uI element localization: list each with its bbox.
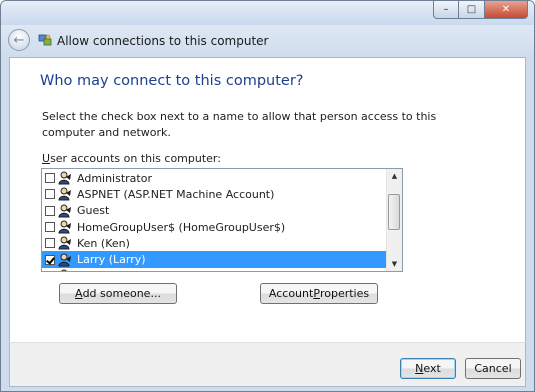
scroll-thumb[interactable] <box>388 194 400 230</box>
back-arrow-icon: ← <box>13 32 25 48</box>
caption-buttons: – □ ✕ <box>433 1 528 19</box>
content-panel: Who may connect to this computer? Select… <box>9 57 526 342</box>
user-account-icon <box>61 269 67 271</box>
next-label: ext <box>423 362 441 375</box>
account-name: Administrator <box>77 171 152 185</box>
account-name: Larry (Larry) <box>77 253 146 267</box>
page-heading: Who may connect to this computer? <box>40 73 304 89</box>
add-someone-button[interactable]: Add someone... <box>59 283 177 304</box>
list-item[interactable]: ASPNET (ASP.NET Machine Account) <box>42 186 386 202</box>
list-item[interactable]: HomeGroupUser$ (HomeGroupUser$) <box>42 219 386 235</box>
account-name: Ken (Ken) <box>77 236 130 250</box>
account-checkbox[interactable] <box>45 173 55 184</box>
account-checkbox[interactable] <box>45 189 55 200</box>
navigation-bar: ← Allow connections to this computer <box>1 25 534 57</box>
scroll-down-arrow-icon[interactable]: ▼ <box>387 257 402 271</box>
cancel-button[interactable]: Cancel <box>465 358 521 379</box>
list-label-text: ser accounts on this computer: <box>50 152 221 165</box>
user-account-icon <box>58 236 71 250</box>
account-properties-label-start: Account <box>268 287 314 300</box>
account-name: Owen (Nick) <box>77 269 144 271</box>
vertical-scrollbar[interactable]: ▲ ▼ <box>386 169 402 271</box>
title-bar: – □ ✕ <box>1 1 534 25</box>
list-item[interactable]: Administrator <box>42 170 386 186</box>
list-label-hotkey: U <box>42 152 51 165</box>
add-someone-label: dd someone... <box>82 287 161 300</box>
network-connection-icon <box>38 34 52 46</box>
next-hotkey: N <box>415 362 424 375</box>
page-description: Select the check box next to a name to a… <box>42 110 437 139</box>
user-account-icon <box>58 187 71 201</box>
account-items: Administrator ASPNET (ASP.NET Machine Acc… <box>42 170 386 271</box>
command-area: Next Cancel <box>9 342 526 387</box>
user-account-icon <box>58 253 71 267</box>
account-checkbox[interactable] <box>45 205 55 216</box>
account-checkbox[interactable] <box>45 238 55 249</box>
minimize-button[interactable]: – <box>433 1 459 19</box>
account-checkbox[interactable] <box>45 254 55 265</box>
list-item[interactable]: Guest <box>42 203 386 219</box>
account-list-label: User accounts on this computer: <box>42 152 221 165</box>
user-account-icon <box>58 204 71 218</box>
account-checkbox[interactable] <box>45 270 55 271</box>
account-properties-button[interactable]: Account Properties <box>260 283 378 304</box>
add-someone-hotkey: A <box>75 287 83 300</box>
account-name: Guest <box>77 204 110 218</box>
user-accounts-list[interactable]: Administrator ASPNET (ASP.NET Machine Acc… <box>41 168 403 272</box>
account-name: ASPNET (ASP.NET Machine Account) <box>77 187 275 201</box>
list-item[interactable]: Larry (Larry) <box>42 251 386 268</box>
dialog-window: – □ ✕ ← Allow connections to this comput… <box>0 0 535 392</box>
maximize-button[interactable]: □ <box>459 1 485 19</box>
user-account-icon <box>58 171 71 185</box>
account-properties-hotkey: P <box>313 287 320 300</box>
close-button[interactable]: ✕ <box>485 1 528 19</box>
next-button[interactable]: Next <box>400 358 456 379</box>
user-account-icon <box>58 220 71 234</box>
account-properties-label-end: roperties <box>319 287 370 300</box>
back-button[interactable]: ← <box>8 29 30 51</box>
scroll-up-arrow-icon[interactable]: ▲ <box>387 169 402 183</box>
account-checkbox[interactable] <box>45 222 55 233</box>
account-name: HomeGroupUser$ (HomeGroupUser$) <box>77 220 286 234</box>
list-item[interactable]: Owen (Nick) <box>42 268 386 271</box>
window-title: Allow connections to this computer <box>57 34 269 48</box>
list-item[interactable]: Ken (Ken) <box>42 235 386 251</box>
